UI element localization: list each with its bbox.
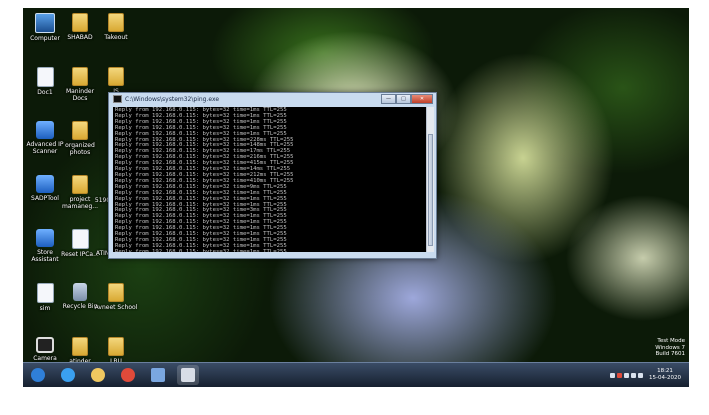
volume-icon[interactable] <box>638 372 644 378</box>
folder-icon <box>72 121 88 140</box>
watermark-line: Build 7601 <box>655 351 685 357</box>
minimize-button[interactable]: — <box>381 94 396 104</box>
folder-icon <box>108 13 124 32</box>
folder-icon <box>108 283 124 302</box>
screen-recorder-icon[interactable] <box>147 365 169 385</box>
start-button[interactable] <box>27 365 49 385</box>
scrollbar-thumb[interactable] <box>428 134 433 246</box>
test-mode-watermark: Test Mode Windows 7 Build 7601 <box>655 338 685 358</box>
sadptool-icon <box>36 175 54 193</box>
desktop-icon[interactable]: IS <box>94 65 138 95</box>
folder-icon <box>108 337 124 356</box>
action-center-icon[interactable] <box>617 372 623 378</box>
desktop-icon[interactable]: Avneet School <box>94 281 138 311</box>
cmd-icon <box>113 95 122 103</box>
recycle-bin-icon <box>73 283 87 301</box>
internet-explorer-icon-glyph <box>61 368 75 382</box>
watermark-line: Test Mode <box>657 338 685 344</box>
computer-icon <box>35 13 55 33</box>
folder-icon <box>108 67 124 86</box>
window-title: C:\Windows\system32\ping.exe <box>125 95 220 103</box>
camera-icon <box>36 337 54 353</box>
vertical-scrollbar[interactable] <box>426 107 434 252</box>
file-explorer-icon-glyph <box>91 368 105 382</box>
console-output[interactable]: Reply from 192.168.0.115: bytes=32 time=… <box>113 107 426 252</box>
screen-recorder-icon-glyph <box>151 368 165 382</box>
cmd-taskbar-icon-glyph <box>181 368 195 382</box>
chrome-icon-glyph <box>121 368 135 382</box>
folder-icon <box>72 337 88 356</box>
maximize-button[interactable]: □ <box>396 94 411 104</box>
folder-icon <box>72 13 88 32</box>
battery-icon[interactable] <box>631 372 637 378</box>
console-line: Reply from 192.168.0.115: bytes=32 time=… <box>115 248 287 252</box>
document-icon <box>36 67 54 87</box>
document-icon <box>71 229 89 249</box>
cmd-window[interactable]: C:\Windows\system32\ping.exe — □ ✕ Reply… <box>108 92 437 259</box>
folder-icon <box>72 175 88 194</box>
taskbar: 18:21 15-04-2020 <box>23 362 689 387</box>
start-glyph <box>31 368 45 382</box>
close-button[interactable]: ✕ <box>411 94 433 104</box>
file-explorer-icon[interactable] <box>87 365 109 385</box>
clock-time: 18:21 <box>657 368 673 374</box>
cmd-titlebar[interactable]: C:\Windows\system32\ping.exe — □ ✕ <box>109 93 436 105</box>
desktop-icon-label: Avneet School <box>94 304 138 311</box>
document-icon <box>36 283 54 303</box>
network-icon[interactable] <box>624 372 630 378</box>
show-hidden-icons-icon[interactable] <box>610 372 616 378</box>
desktop-icon[interactable]: Takeout <box>94 11 138 41</box>
chrome-icon[interactable] <box>117 365 139 385</box>
cmd-taskbar-icon[interactable] <box>177 365 199 385</box>
desktop-icon[interactable]: LBU <box>94 335 138 365</box>
desktop-icon-label: Takeout <box>104 34 128 41</box>
clock[interactable]: 18:21 15-04-2020 <box>649 368 681 382</box>
clock-date: 15-04-2020 <box>649 375 681 381</box>
store-icon <box>36 229 54 247</box>
internet-explorer-icon[interactable] <box>57 365 79 385</box>
ip-scanner-icon <box>36 121 54 139</box>
folder-icon <box>72 67 88 86</box>
system-tray: 18:21 15-04-2020 <box>610 365 681 385</box>
